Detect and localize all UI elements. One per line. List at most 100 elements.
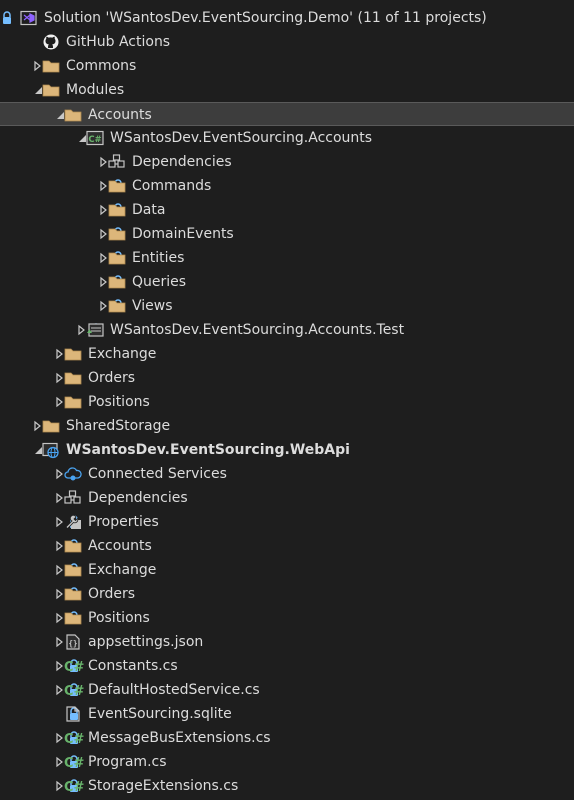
chevron-right-icon[interactable]	[100, 252, 108, 264]
chevron-right-icon[interactable]	[56, 780, 64, 792]
chevron-right-icon[interactable]	[34, 420, 42, 432]
tree-item-label: Connected Services	[88, 466, 227, 482]
chevron-right-icon[interactable]	[34, 60, 42, 72]
chevron-right-icon[interactable]	[56, 756, 64, 768]
tree-item-wsantosdev-eventsourcing-accounts[interactable]: C# WSantosDev.EventSourcing.Accounts	[0, 126, 574, 150]
tree-item-entities[interactable]: Entities	[0, 246, 574, 270]
tree-item-dependencies[interactable]: Dependencies	[0, 150, 574, 174]
tree-item-orders[interactable]: Orders	[0, 366, 574, 390]
folder-icon	[64, 562, 82, 578]
tree-item-eventsourcing-sqlite[interactable]: EventSourcing.sqlite	[0, 702, 574, 726]
csharp-project-icon: C#	[86, 130, 104, 146]
chevron-down-icon[interactable]	[34, 446, 42, 456]
chevron-right-icon[interactable]	[56, 612, 64, 624]
chevron-right-icon[interactable]	[56, 468, 64, 480]
tree-item-label: Program.cs	[88, 754, 167, 770]
tree-item-accounts[interactable]: Accounts	[0, 534, 574, 558]
folder-icon	[64, 346, 82, 362]
tree-item-views[interactable]: Views	[0, 294, 574, 318]
tree-item-defaulthostedservice-cs[interactable]: C# DefaultHostedService.cs	[0, 678, 574, 702]
chevron-right-icon[interactable]	[100, 180, 108, 192]
chevron-right-icon[interactable]	[56, 372, 64, 384]
tree-item-sharedstorage[interactable]: SharedStorage	[0, 414, 574, 438]
tree-item-wsantosdev-eventsourcing-accounts-test[interactable]: WSantosDev.EventSourcing.Accounts.Test	[0, 318, 574, 342]
tree-item-positions[interactable]: Positions	[0, 606, 574, 630]
tree-item-domainevents[interactable]: DomainEvents	[0, 222, 574, 246]
chevron-down-icon[interactable]	[78, 134, 86, 144]
tree-item-orders[interactable]: Orders	[0, 582, 574, 606]
tree-item-commons[interactable]: Commons	[0, 54, 574, 78]
chevron-right-icon[interactable]	[56, 588, 64, 600]
tree-item-messagebusextensions-cs[interactable]: C# MessageBusExtensions.cs	[0, 726, 574, 750]
tree-item-queries[interactable]: Queries	[0, 270, 574, 294]
tree-item-positions[interactable]: Positions	[0, 390, 574, 414]
chevron-right-icon[interactable]	[56, 732, 64, 744]
folder-icon	[108, 202, 126, 218]
folder-icon	[64, 107, 82, 123]
tree-item-commands[interactable]: Commands	[0, 174, 574, 198]
chevron-right-icon[interactable]	[100, 228, 108, 240]
folder-icon	[108, 250, 126, 266]
tree-item-label: SharedStorage	[66, 418, 171, 434]
svg-text:C#: C#	[64, 660, 85, 675]
tree-item-label: WSantosDev.EventSourcing.Accounts	[110, 130, 373, 146]
folder-icon	[64, 586, 82, 602]
tree-item-accounts[interactable]: Accounts	[0, 102, 574, 126]
tree-item-properties[interactable]: Properties	[0, 510, 574, 534]
chevron-right-icon[interactable]	[56, 564, 64, 576]
tree-item-label: Positions	[88, 394, 150, 410]
tree-item-solution-wsantosdev-eventsourcing-demo-11-of-11-projects[interactable]: Solution 'WSantosDev.EventSourcing.Demo'…	[0, 6, 574, 30]
tree-item-label: Queries	[132, 274, 187, 290]
chevron-right-icon[interactable]	[56, 660, 64, 672]
chevron-right-icon[interactable]	[78, 324, 86, 336]
tree-item-label: Orders	[88, 586, 136, 602]
tree-item-wsantosdev-eventsourcing-webapi[interactable]: WSantosDev.EventSourcing.WebApi	[0, 438, 574, 462]
tree-item-storageextensions-cs[interactable]: C# StorageExtensions.cs	[0, 774, 574, 798]
tree-item-constants-cs[interactable]: C# Constants.cs	[0, 654, 574, 678]
chevron-right-icon[interactable]	[56, 636, 64, 648]
chevron-right-icon[interactable]	[56, 492, 64, 504]
svg-text:{}: {}	[68, 639, 77, 648]
chevron-right-icon[interactable]	[100, 204, 108, 216]
tree-item-exchange[interactable]: Exchange	[0, 558, 574, 582]
tree-item-program-cs[interactable]: C# Program.cs	[0, 750, 574, 774]
chevron-right-icon[interactable]	[56, 684, 64, 696]
tree-item-label: Accounts	[88, 538, 152, 554]
tree-item-label: Commons	[66, 58, 137, 74]
tree-item-exchange[interactable]: Exchange	[0, 342, 574, 366]
folder-icon	[64, 394, 82, 410]
tree-item-data[interactable]: Data	[0, 198, 574, 222]
chevron-right-icon[interactable]	[56, 516, 64, 528]
connected-services-icon	[64, 466, 82, 482]
tree-item-label: GitHub Actions	[66, 34, 171, 50]
web-project-icon	[42, 442, 60, 459]
chevron-right-icon[interactable]	[100, 156, 108, 168]
tree-item-appsettings-json[interactable]: {} appsettings.json	[0, 630, 574, 654]
chevron-right-icon[interactable]	[56, 396, 64, 408]
tree-item-label: Exchange	[88, 562, 157, 578]
chevron-right-icon[interactable]	[100, 276, 108, 288]
csharp-file-icon: C#	[64, 730, 85, 747]
tree-item-dependencies[interactable]: Dependencies	[0, 486, 574, 510]
tree-item-modules[interactable]: Modules	[0, 78, 574, 102]
chevron-down-icon[interactable]	[56, 111, 64, 121]
dependencies-icon	[64, 490, 82, 506]
folder-icon	[64, 610, 82, 626]
json-file-icon: {}	[64, 634, 82, 650]
tree-item-label: Constants.cs	[88, 658, 178, 674]
tree-item-connected-services[interactable]: Connected Services	[0, 462, 574, 486]
folder-icon	[108, 298, 126, 314]
chevron-right-icon[interactable]	[56, 540, 64, 552]
tree-item-label: Exchange	[88, 346, 157, 362]
test-project-icon	[86, 322, 104, 338]
chevron-down-icon[interactable]	[34, 86, 42, 96]
tree-item-github-actions[interactable]: GitHub Actions	[0, 30, 574, 54]
tree-item-label: Modules	[66, 82, 125, 98]
chevron-right-icon[interactable]	[100, 300, 108, 312]
tree-item-label: WSantosDev.EventSourcing.Accounts.Test	[110, 322, 405, 338]
tree-item-label: Data	[132, 202, 166, 218]
svg-text:C#: C#	[64, 684, 85, 699]
chevron-right-icon[interactable]	[56, 348, 64, 360]
tree-item-label: DomainEvents	[132, 226, 234, 242]
tree-item-label: Solution 'WSantosDev.EventSourcing.Demo'…	[44, 10, 487, 26]
